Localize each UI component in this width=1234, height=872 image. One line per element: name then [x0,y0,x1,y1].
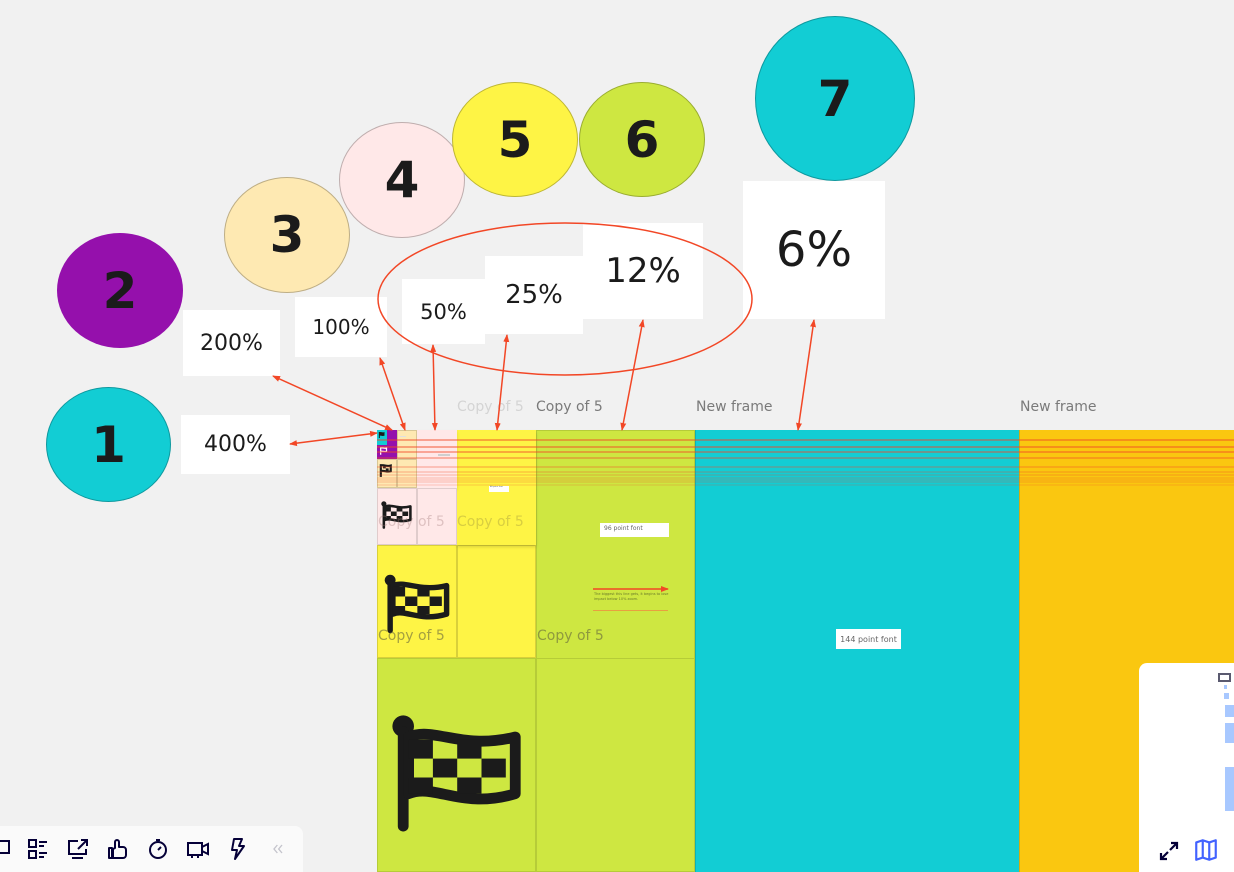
comment-button[interactable] [0,829,18,869]
cards-button[interactable] [18,829,58,869]
collapse-toolbar-button[interactable] [258,829,298,869]
guide-lines [377,439,1234,486]
zoom-level-card[interactable]: 200% [183,310,280,376]
zoom-level-card[interactable]: 400% [181,415,290,474]
frame-cyan[interactable] [695,430,1020,872]
number-circle[interactable]: 6 [579,82,705,197]
frame-title[interactable]: Copy of 5 [457,399,524,415]
note-underline [593,610,668,611]
frame-title[interactable]: Copy of 5 [536,399,603,415]
font-size-note[interactable]: 48 point font [489,486,509,492]
arrow-12[interactable] [620,319,645,431]
arrow-100[interactable] [379,357,406,431]
frame-title[interactable]: New frame [696,399,773,415]
minimap-viewport[interactable] [1218,673,1231,682]
minimap-panel[interactable] [1139,663,1234,872]
frame-inner-label: Copy of 5 [378,514,445,530]
zoom-level-card[interactable]: 12% [583,223,703,319]
tiny-sticky [438,454,450,456]
collapse-icon [273,844,283,854]
video-icon [187,842,209,858]
checkered-flag-icon [392,715,521,832]
zoom-level-card[interactable]: 50% [402,279,485,344]
arrow-400[interactable] [289,430,378,447]
arrow-50[interactable] [430,344,438,431]
number-circle[interactable]: 2 [57,233,183,348]
tiny-sticky [400,436,406,437]
number-circle[interactable]: 1 [46,387,171,502]
map-icon [1195,839,1217,861]
frame-title[interactable]: New frame [1020,399,1097,415]
minimap-toggle-button[interactable] [1193,837,1219,863]
lightning-icon [231,838,245,860]
zoom-level-card[interactable]: 100% [295,297,387,357]
frame-inner-label: Copy of 5 [378,628,445,644]
font-size-note[interactable]: 144 point font [836,629,901,649]
number-circle[interactable]: 3 [224,177,350,293]
cards-icon [28,839,47,859]
timer-icon [149,839,167,859]
comment-icon [0,840,10,854]
minimap-block [1224,693,1229,699]
minimap-block [1225,723,1234,743]
timer-button[interactable] [138,829,178,869]
line-note: The biggest this line gets, it begins to… [594,592,669,601]
minimap-block [1224,685,1227,689]
share-screen-icon [68,839,88,859]
expand-icon [1159,841,1179,861]
frame-lime-bottom-right[interactable] [536,658,695,872]
thumbs-up-icon [108,839,127,859]
number-circle[interactable]: 7 [755,16,915,181]
arrow-6[interactable] [796,319,816,431]
arrow-25[interactable] [494,334,510,431]
video-chat-button[interactable] [178,829,218,869]
voting-button[interactable] [98,829,138,869]
integrations-button[interactable] [218,829,258,869]
minimap-block [1225,767,1234,811]
frame-inner-label: Copy of 5 [457,514,524,530]
font-size-note[interactable]: 96 point font [600,523,669,537]
minimap-block [1225,705,1234,717]
zoom-level-card[interactable]: 6% [743,181,885,319]
frame-yellow-right[interactable] [457,545,536,658]
number-circle[interactable]: 4 [339,122,465,238]
arrow-200[interactable] [272,375,393,431]
share-screen-button[interactable] [58,829,98,869]
zoom-level-card[interactable]: 25% [485,256,583,334]
number-circle[interactable]: 5 [452,82,578,197]
fullscreen-button[interactable] [1157,839,1181,863]
frame-inner-label: Copy of 5 [537,628,604,644]
bottom-toolbar [0,826,303,872]
